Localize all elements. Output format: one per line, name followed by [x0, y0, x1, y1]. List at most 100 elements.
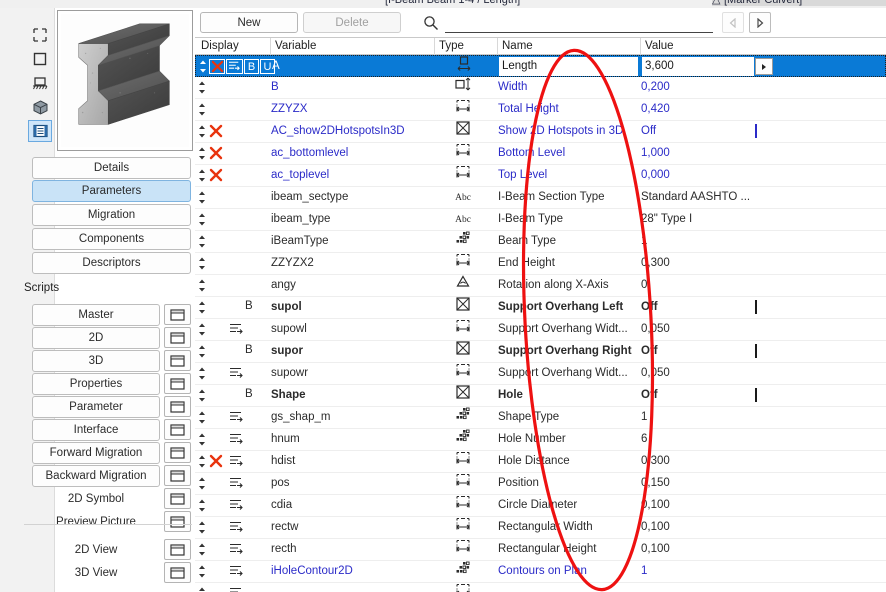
table-row[interactable]: B Shape Hole Off [195, 385, 886, 407]
table-row[interactable]: ZZYZX Total Height 0,420 [195, 99, 886, 121]
row-reorder-handle[interactable] [198, 587, 206, 592]
script-preview-picture-window-icon[interactable] [164, 511, 191, 532]
column-header-value[interactable]: Value [641, 38, 886, 55]
table-row[interactable]: B Width 0,200 [195, 77, 886, 99]
script-master-window-icon[interactable] [164, 304, 191, 325]
column-header-name[interactable]: Name [498, 38, 641, 55]
table-row[interactable]: iBeamType Beam Type 1 [195, 231, 886, 253]
script-interface-button[interactable]: Interface [32, 419, 160, 441]
table-row[interactable]: hdist Hole Distance 0,300 [195, 451, 886, 473]
row-reorder-handle[interactable] [198, 147, 206, 164]
bold-button[interactable]: B [244, 59, 259, 74]
row-reorder-handle[interactable] [198, 169, 206, 186]
indent-icon[interactable] [226, 59, 243, 74]
column-header-type[interactable]: Type [435, 38, 498, 55]
script-2d-symbol-window-icon[interactable] [164, 488, 191, 509]
table-row[interactable]: rectw Rectangular Width 0,100 [195, 517, 886, 539]
script-3d-window-icon[interactable] [164, 350, 191, 371]
sidebar-item-migration[interactable]: Migration [32, 204, 191, 226]
row-reorder-handle[interactable] [198, 455, 206, 472]
table-row[interactable]: supowr Support Overhang Widt... 0,050 [195, 363, 886, 385]
tab-marker-culvert[interactable]: △ [Marker Culvert] [712, 0, 886, 6]
table-row[interactable]: ibeam_type Abc I-Beam Type 28" Type I [195, 209, 886, 231]
script-preview-picture-button[interactable]: Preview Picture [32, 511, 160, 533]
table-row[interactable] [195, 583, 886, 592]
indent-icon[interactable] [229, 587, 244, 592]
delete-x-icon[interactable] [209, 146, 223, 161]
table-row[interactable]: supowl Support Overhang Widt... 0,050 [195, 319, 886, 341]
delete-x-icon[interactable] [209, 454, 223, 469]
row-reorder-handle[interactable] [198, 279, 206, 296]
script-2d-window-icon[interactable] [164, 327, 191, 348]
delete-x-icon[interactable] [209, 59, 225, 74]
row-reorder-handle[interactable] [198, 477, 206, 494]
script-forward-migration-window-icon[interactable] [164, 442, 191, 463]
row-reorder-handle[interactable] [199, 60, 207, 77]
cell-checkbox[interactable] [755, 385, 777, 406]
cell-checkbox[interactable] [755, 297, 777, 318]
indent-icon[interactable] [229, 543, 244, 556]
indent-icon[interactable] [229, 433, 244, 446]
sidebar-item-components[interactable]: Components [32, 228, 191, 250]
row-reorder-handle[interactable] [198, 565, 206, 582]
script-backward-migration-window-icon[interactable] [164, 465, 191, 486]
view-2d-button[interactable]: 2D View [32, 539, 160, 561]
row-reorder-handle[interactable] [198, 389, 206, 406]
indent-icon[interactable] [229, 323, 244, 336]
script-master-button[interactable]: Master [32, 304, 160, 326]
table-row[interactable]: cdia Circle Diameter 0,100 [195, 495, 886, 517]
script-parameter-window-icon[interactable] [164, 396, 191, 417]
table-row[interactable]: iHoleContour2D Contours on Plan 1 [195, 561, 886, 583]
view-2d-window-icon[interactable] [164, 539, 191, 560]
row-reorder-handle[interactable] [198, 235, 206, 252]
row-reorder-handle[interactable] [198, 323, 206, 340]
view-3d-button[interactable]: 3D View [32, 562, 160, 584]
indent-icon[interactable] [229, 499, 244, 512]
hotspot-icon[interactable] [28, 24, 52, 46]
anchor-icon[interactable] [28, 72, 52, 94]
table-row[interactable]: ZZYZX2 End Height 0,300 [195, 253, 886, 275]
table-row[interactable]: Bsupor Support Overhang Right Off [195, 341, 886, 363]
table-row[interactable]: AC_show2DHotspotsIn3D Show 2D Hotspots in… [195, 121, 886, 143]
script-backward-migration-button[interactable]: Backward Migration [32, 465, 160, 487]
indent-icon[interactable] [229, 455, 244, 468]
table-row[interactable]: recth Rectangular Height 0,100 [195, 539, 886, 561]
sidebar-item-details[interactable]: Details [32, 157, 191, 179]
sidebar-item-descriptors[interactable]: Descriptors [32, 252, 191, 274]
script-forward-migration-button[interactable]: Forward Migration [32, 442, 160, 464]
next-button[interactable] [749, 12, 771, 33]
table-row[interactable]: gs_shap_m Shape Type 1 [195, 407, 886, 429]
row-reorder-handle[interactable] [198, 125, 206, 142]
value-input[interactable]: 3,600 [642, 57, 754, 76]
table-row[interactable]: ac_bottomlevel Bottom Level 1,000 [195, 143, 886, 165]
table-row[interactable]: ibeam_sectype Abc I-Beam Section Type Stand… [195, 187, 886, 209]
row-reorder-handle[interactable] [198, 499, 206, 516]
row-reorder-handle[interactable] [198, 433, 206, 450]
view-3d-window-icon[interactable] [164, 562, 191, 583]
row-reorder-handle[interactable] [198, 103, 206, 120]
cell-checkbox[interactable] [755, 341, 777, 362]
value-checkbox[interactable] [755, 344, 757, 358]
tab-ibeam[interactable]: [I-Beam Beam 1-4 / Length] [385, 0, 715, 6]
value-checkbox[interactable] [755, 124, 757, 138]
rectangle-icon[interactable] [28, 48, 52, 70]
indent-icon[interactable] [229, 367, 244, 380]
new-button[interactable]: New [200, 12, 298, 33]
table-row[interactable]: Bsupol Support Overhang Left Off [195, 297, 886, 319]
script-2d-button[interactable]: 2D [32, 327, 160, 349]
search-input[interactable] [445, 12, 713, 33]
row-reorder-handle[interactable] [198, 521, 206, 538]
cell-checkbox[interactable] [755, 121, 777, 142]
script-interface-window-icon[interactable] [164, 419, 191, 440]
indent-icon[interactable] [229, 521, 244, 534]
cube-icon[interactable] [28, 96, 52, 118]
row-reorder-handle[interactable] [198, 411, 206, 428]
table-row[interactable]: angy Rotation along X-Axis 0 [195, 275, 886, 297]
script-2d-symbol-button[interactable]: 2D Symbol [32, 488, 160, 510]
delete-x-icon[interactable] [209, 124, 223, 139]
column-header-variable[interactable]: Variable [271, 38, 435, 55]
value-checkbox[interactable] [755, 388, 757, 402]
row-reorder-handle[interactable] [198, 345, 206, 362]
sidebar-item-parameters[interactable]: Parameters [32, 180, 191, 202]
script-properties-button[interactable]: Properties [32, 373, 160, 395]
